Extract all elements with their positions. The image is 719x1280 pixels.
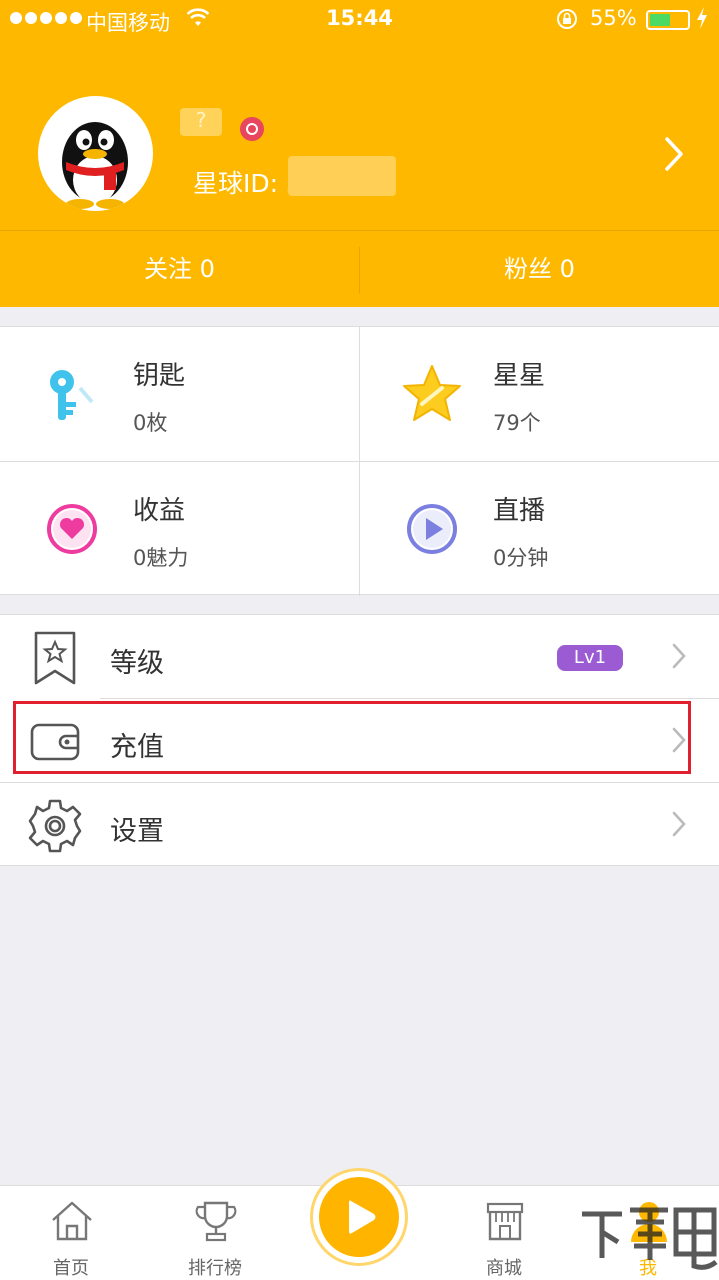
tab-ranking[interactable]: 排行榜 <box>165 1186 265 1280</box>
chevron-right-icon <box>672 643 686 673</box>
planet-id-value-blurred <box>288 156 396 196</box>
stat-live[interactable]: 直播 0分钟 <box>360 462 719 596</box>
star-icon <box>400 362 464 426</box>
charging-bolt-icon <box>696 6 708 35</box>
planet-id-label: 星球ID: 3 <box>193 169 302 198</box>
stat-keys-title: 钥匙 <box>133 361 186 391</box>
profile-header: 中国移动 15:44 55% ? 星球ID: 3 关注 0 粉丝 0 <box>0 0 719 307</box>
menu-item-settings[interactable]: 设置 <box>0 783 719 867</box>
live-play-icon <box>319 1177 399 1257</box>
battery-icon <box>646 10 690 30</box>
tab-ranking-label: 排行榜 <box>188 1258 242 1279</box>
tab-home-label: 首页 <box>53 1258 89 1279</box>
tab-shop[interactable]: 商城 <box>454 1186 554 1280</box>
fans-count[interactable]: 粉丝 0 <box>360 231 719 308</box>
avatar[interactable] <box>38 96 153 211</box>
stat-stars[interactable]: 星星 79个 <box>360 327 719 461</box>
status-bar: 中国移动 15:44 55% <box>0 0 719 40</box>
trophy-icon <box>193 1198 239 1244</box>
gear-icon <box>26 797 84 855</box>
stats-grid: 钥匙 0枚 星星 79个 收益 0魅力 直播 0分钟 <box>0 326 719 596</box>
bookmark-star-icon <box>26 629 84 687</box>
stat-live-title: 直播 <box>493 496 546 526</box>
stat-earnings-title: 收益 <box>133 496 186 526</box>
home-icon <box>49 1198 95 1244</box>
stat-stars-title: 星星 <box>493 361 546 391</box>
nickname: ? <box>180 108 222 136</box>
recharge-highlight-box <box>13 701 691 774</box>
following-count[interactable]: 关注 0 <box>0 231 359 308</box>
site-watermark-logo <box>576 1196 719 1280</box>
stat-earnings-value: 0魅力 <box>133 546 189 570</box>
chevron-right-icon <box>672 811 686 841</box>
stat-stars-value: 79个 <box>493 411 541 435</box>
start-live-button[interactable] <box>310 1168 408 1266</box>
menu-item-level[interactable]: 等级 Lv1 <box>0 615 719 699</box>
stat-live-value: 0分钟 <box>493 546 549 570</box>
rotation-lock-icon <box>556 8 578 35</box>
heart-icon <box>40 497 104 561</box>
stat-keys[interactable]: 钥匙 0枚 <box>0 327 359 461</box>
shop-icon <box>482 1198 528 1244</box>
key-icon <box>40 362 104 426</box>
qq-penguin-avatar-icon <box>62 122 128 209</box>
menu-item-level-label: 等级 <box>110 648 164 679</box>
play-icon <box>400 497 464 561</box>
qq-member-badge-icon <box>240 117 264 141</box>
level-badge: Lv1 <box>557 645 623 671</box>
battery-percent: 55% <box>590 6 637 30</box>
tab-shop-label: 商城 <box>486 1258 522 1279</box>
tab-home[interactable]: 首页 <box>21 1186 121 1280</box>
profile-chevron-right-icon[interactable] <box>664 136 684 176</box>
follow-bar: 关注 0 粉丝 0 <box>0 230 719 307</box>
menu-item-settings-label: 设置 <box>110 816 164 847</box>
stat-keys-value: 0枚 <box>133 411 168 435</box>
stat-earnings[interactable]: 收益 0魅力 <box>0 462 359 596</box>
